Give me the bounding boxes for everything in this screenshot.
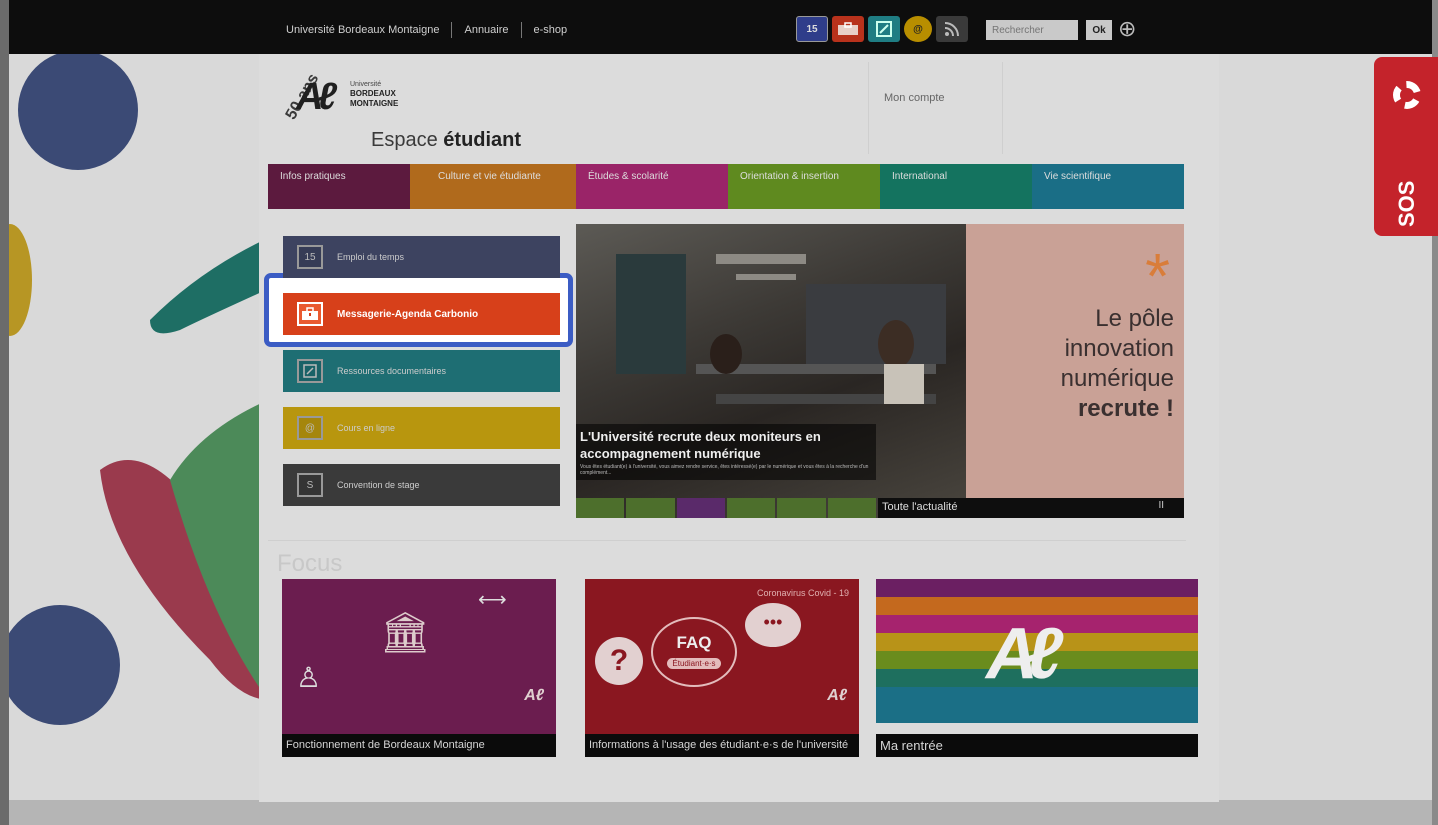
pause-icon[interactable]: II	[1158, 500, 1164, 511]
news-poster: * Le pôle innovation numérique recrute !	[966, 224, 1184, 518]
poster-line: numérique	[1060, 365, 1174, 392]
quicklink-label: Cours en ligne	[337, 423, 396, 433]
quicklink-convention[interactable]: S Convention de stage	[283, 464, 560, 506]
quicklink-label: Emploi du temps	[337, 252, 405, 262]
briefcase-icon	[297, 302, 323, 326]
pager-dot[interactable]	[777, 498, 826, 518]
all-news-bar: Toute l'actualité II	[878, 498, 1184, 518]
quick-links: 15 Emploi du temps Messagerie-Agenda Car…	[283, 236, 560, 521]
logo-line-1: Université	[350, 81, 382, 88]
focus-card-fonctionnement[interactable]: ⟷ 🏛 ♙ Aℓ Fonctionnement de Bordeaux Mont…	[282, 579, 556, 757]
account-box	[868, 62, 1003, 154]
classroom-image	[616, 254, 946, 404]
top-bar: Université Bordeaux Montaigne Annuaire e…	[0, 0, 1438, 54]
poster-line: recrute !	[1077, 395, 1174, 422]
sos-tab[interactable]: SOS	[1374, 57, 1438, 236]
logo-mark-icon: Aℓ	[986, 614, 1063, 694]
quicklink-ressources[interactable]: Ressources documentaires	[283, 350, 560, 392]
rss-icon[interactable]	[936, 16, 968, 42]
building-icon: 🏛	[380, 611, 431, 655]
news-pager	[576, 498, 876, 518]
news-headline: L'Université recrute deux moniteurs en a…	[580, 429, 821, 461]
quicklink-cours-en-ligne[interactable]: @ Cours en ligne	[283, 407, 560, 449]
divider	[268, 540, 1186, 541]
mail-icon[interactable]	[832, 16, 864, 42]
logo-text: Université BORDEAUX MONTAIGNE	[350, 80, 398, 109]
person-icon: ♙	[296, 662, 322, 693]
at-sign-icon: @	[297, 416, 323, 440]
mon-compte-link[interactable]: Mon compte	[884, 92, 945, 104]
focus-card-rentree[interactable]: Aℓ Ma rentrée	[876, 579, 1198, 757]
separator	[451, 22, 453, 38]
all-news-link[interactable]: Toute l'actualité	[882, 501, 957, 513]
documents-icon	[297, 359, 323, 383]
pager-dot[interactable]	[726, 498, 776, 518]
asterisk-icon: *	[1145, 240, 1170, 312]
arrows-icon: ⟷	[478, 589, 507, 611]
calendar-icon[interactable]: 15	[796, 16, 828, 42]
link-annuaire[interactable]: Annuaire	[464, 24, 508, 36]
tab-etudes[interactable]: Études & scolarité	[576, 164, 728, 209]
calendar-icon: 15	[297, 245, 323, 269]
stage-icon: S	[297, 473, 323, 497]
focus-title: Focus	[277, 550, 343, 577]
pager-dot-active[interactable]	[676, 498, 725, 518]
pager-dot[interactable]	[626, 498, 675, 518]
search-ok-button[interactable]: Ok	[1086, 20, 1112, 40]
tab-culture[interactable]: Culture et vie étudiante	[410, 164, 576, 209]
covid-tag: Coronavirus Covid - 19	[756, 588, 849, 598]
resources-icon[interactable]	[868, 16, 900, 42]
tab-orientation[interactable]: Orientation & insertion	[728, 164, 880, 209]
logo-line-3: MONTAIGNE	[350, 99, 399, 108]
news-summary: Vous êtes étudiant(e) à l'université, vo…	[580, 464, 869, 476]
tab-international[interactable]: International	[880, 164, 1032, 209]
logo-mark-icon: Aℓ	[524, 687, 544, 704]
main-nav: Infos pratiques Culture et vie étudiante…	[268, 164, 1184, 209]
quicklink-emploi-du-temps[interactable]: 15 Emploi du temps	[283, 236, 560, 278]
faq-badge: FAQ Étudiant·e·s	[651, 617, 737, 687]
title-prefix: Espace	[371, 129, 438, 151]
question-icon: ?	[595, 637, 643, 685]
stripe	[876, 579, 1198, 597]
search-input[interactable]	[986, 20, 1078, 40]
logo-mark-icon: Aℓ	[296, 76, 337, 118]
link-eshop[interactable]: e-shop	[534, 24, 568, 36]
news-caption[interactable]: L'Université recrute deux moniteurs en a…	[576, 424, 876, 480]
lifebuoy-icon	[1393, 81, 1421, 109]
card-label: Fonctionnement de Bordeaux Montaigne	[282, 734, 556, 757]
quicklink-label: Messagerie-Agenda Carbonio	[337, 308, 479, 320]
web-icon[interactable]: @	[904, 16, 932, 42]
poster-line: Le pôle	[1095, 305, 1174, 332]
pager-dot[interactable]	[576, 498, 625, 518]
news-slider[interactable]: * Le pôle innovation numérique recrute !…	[576, 224, 1184, 518]
card-label: Ma rentrée	[876, 734, 1198, 757]
pager-dot[interactable]	[827, 498, 876, 518]
faq-subtitle: Étudiant·e·s	[667, 658, 721, 669]
poster-line: innovation	[1064, 335, 1174, 362]
sos-label: SOS	[1394, 180, 1419, 227]
card-label: Informations à l'usage des étudiant·e·s …	[585, 734, 859, 757]
title-bold: étudiant	[443, 129, 522, 151]
speech-bubble-icon: •••	[745, 603, 801, 647]
quicklink-label: Convention de stage	[337, 480, 420, 490]
focus-card-faq[interactable]: Coronavirus Covid - 19 ? FAQ Étudiant·e·…	[585, 579, 859, 757]
poster-text: Le pôle innovation numérique recrute !	[1061, 304, 1174, 424]
link-universite[interactable]: Université Bordeaux Montaigne	[286, 24, 439, 36]
stripe	[876, 705, 1198, 723]
top-icons: 15 @	[796, 16, 968, 42]
page-title: Espace étudiant	[371, 129, 521, 152]
quicklink-messagerie[interactable]: Messagerie-Agenda Carbonio	[283, 293, 560, 335]
tab-vie-scientifique[interactable]: Vie scientifique	[1032, 164, 1184, 209]
top-links: Université Bordeaux Montaigne Annuaire e…	[286, 22, 567, 38]
faq-title: FAQ	[676, 633, 712, 652]
tab-infos-pratiques[interactable]: Infos pratiques	[268, 164, 410, 209]
logo-line-2: BORDEAUX	[350, 89, 396, 98]
separator	[520, 22, 522, 38]
logo-mark-icon: Aℓ	[827, 687, 847, 704]
zoom-in-icon[interactable]: ⊕	[1118, 16, 1144, 42]
page-footer-strip	[0, 800, 1438, 825]
window-frame-left	[0, 0, 9, 825]
quicklink-label: Ressources documentaires	[337, 366, 447, 376]
